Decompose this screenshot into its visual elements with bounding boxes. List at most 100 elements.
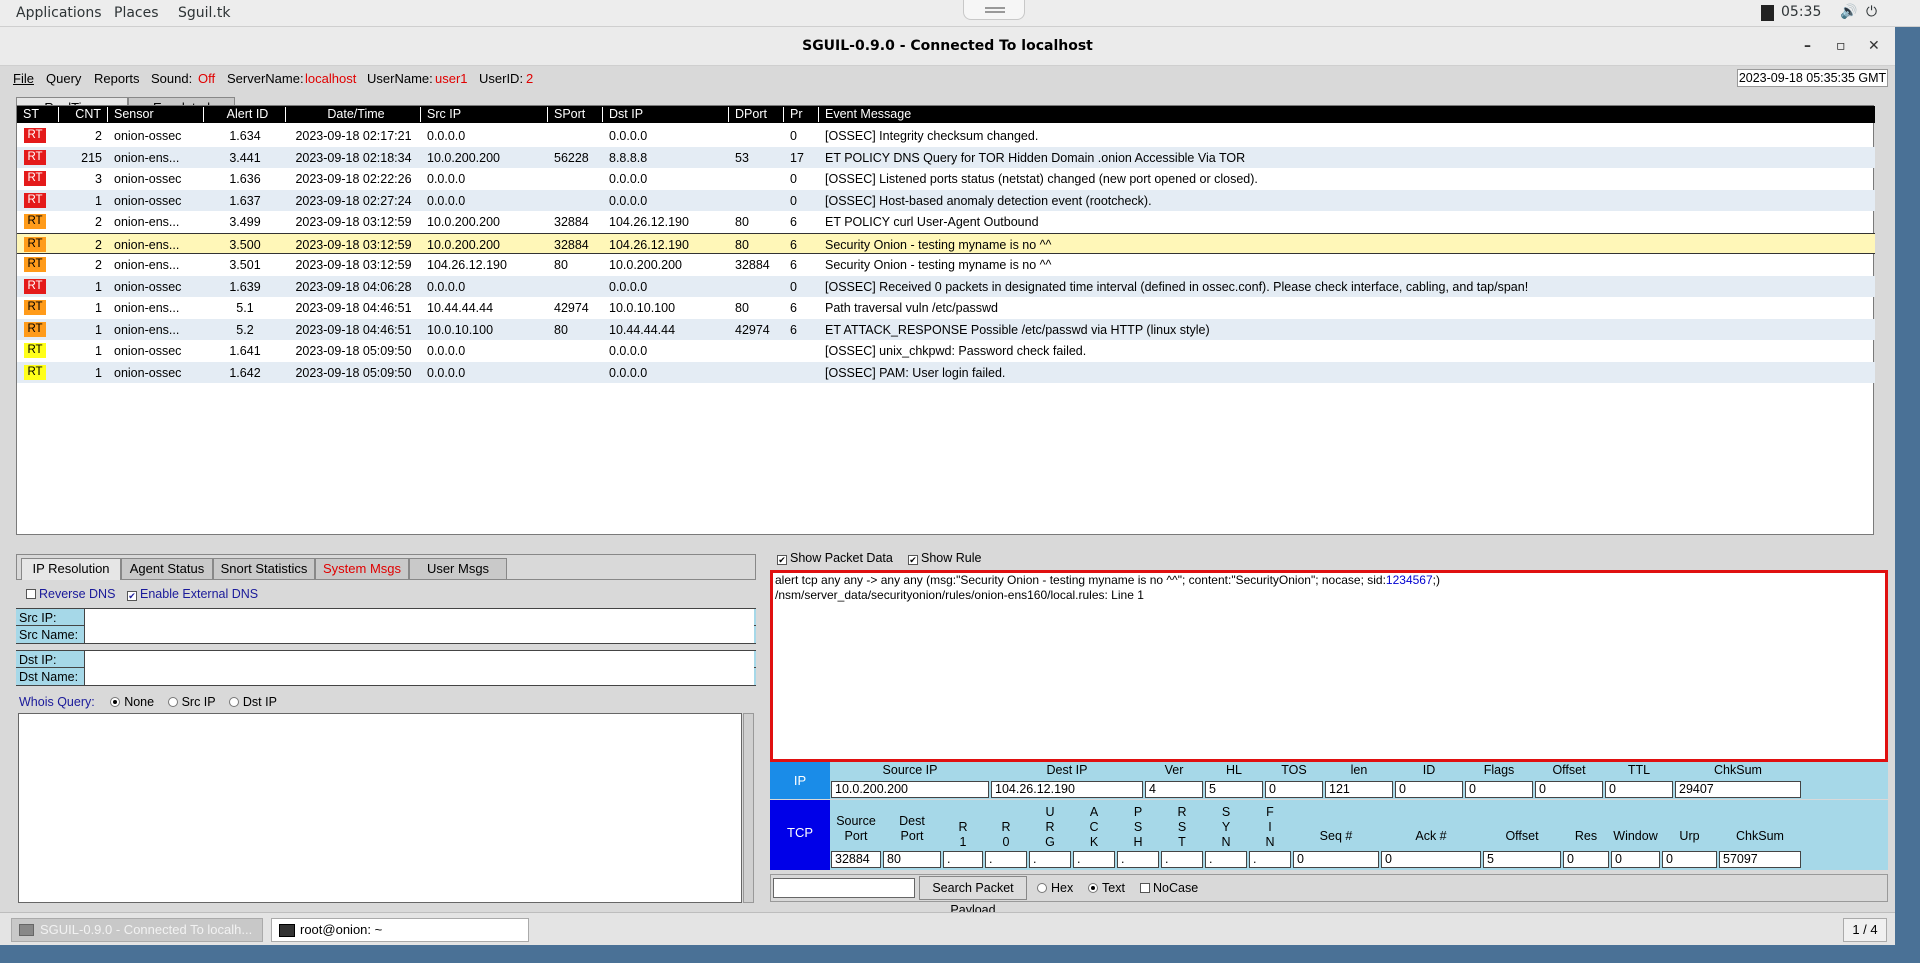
event-row[interactable]: RT 2 onion-ens... 3.501 2023-09-18 03:12:59 1… xyxy=(17,254,1875,275)
status-badge[interactable]: RT xyxy=(24,128,46,143)
col-st[interactable]: ST xyxy=(17,107,59,122)
window-titlebar[interactable]: SGUIL-0.9.0 - Connected To localhost – ▫… xyxy=(0,27,1895,66)
tcp-value[interactable]: 0 xyxy=(1611,851,1660,868)
whois-src-radio[interactable]: Src IP xyxy=(167,695,215,709)
status-badge[interactable]: RT xyxy=(24,236,46,252)
event-row[interactable]: RT 1 onion-ens... 5.2 2023-09-18 04:46:51 10.… xyxy=(17,318,1875,340)
reports-menu[interactable]: Reports xyxy=(94,71,140,86)
search-payload-button[interactable]: Search Packet Payload xyxy=(919,876,1027,917)
status-badge[interactable]: RT xyxy=(24,300,46,315)
tcp-value[interactable]: . xyxy=(1161,851,1203,868)
app-menu[interactable]: Sguil.tk xyxy=(178,5,230,21)
volume-icon[interactable]: 🔊 xyxy=(1840,4,1857,20)
event-row[interactable]: RT 1 onion-ossec 1.642 2023-09-18 05:09:50 0.… xyxy=(17,361,1875,383)
task-sguil[interactable]: SGUIL-0.9.0 - Connected To localh... xyxy=(11,918,263,942)
whois-output[interactable] xyxy=(18,713,742,903)
reverse-dns-checkbox[interactable]: Reverse DNS xyxy=(26,587,115,601)
tcp-value[interactable]: . xyxy=(943,851,983,868)
col-datetime[interactable]: Date/Time xyxy=(286,107,421,122)
search-input[interactable] xyxy=(773,878,915,898)
ip-value[interactable]: 5 xyxy=(1205,781,1263,798)
event-row[interactable]: RT 1 onion-ossec 1.639 2023-09-18 04:06:28 0.… xyxy=(17,275,1875,297)
col-sensor[interactable]: Sensor xyxy=(108,107,204,122)
show-rule-checkbox[interactable]: ✔ Show Rule xyxy=(908,551,981,565)
status-badge[interactable]: RT xyxy=(24,149,46,165)
tcp-value[interactable]: . xyxy=(1249,851,1291,868)
dst-name-field[interactable] xyxy=(84,668,754,685)
tab-snort-statistics[interactable]: Snort Statistics xyxy=(213,558,315,580)
tcp-value[interactable]: 0 xyxy=(1563,851,1609,868)
event-row[interactable]: RT 215 onion-ens... 3.441 2023-09-18 02:18:3… xyxy=(17,146,1875,168)
applications-menu[interactable]: Applications xyxy=(16,5,102,21)
tcp-value[interactable]: 57097 xyxy=(1719,851,1801,868)
ip-value[interactable]: 29407 xyxy=(1675,781,1801,798)
clock[interactable]: 05:35 xyxy=(1781,4,1821,20)
status-badge[interactable]: RT xyxy=(24,171,46,186)
text-radio[interactable]: Text xyxy=(1088,881,1125,895)
query-menu[interactable]: Query xyxy=(46,71,81,86)
ip-value[interactable]: 0 xyxy=(1605,781,1673,798)
event-row[interactable]: RT 2 onion-ens... 3.499 2023-09-18 03:12:59 1… xyxy=(17,211,1875,232)
ip-value[interactable]: 0 xyxy=(1535,781,1603,798)
ip-value[interactable]: 0 xyxy=(1395,781,1463,798)
events-scrollbar[interactable] xyxy=(1875,106,1885,536)
col-dst-ip[interactable]: Dst IP xyxy=(603,107,729,122)
dst-ip-field[interactable] xyxy=(84,651,754,668)
tab-ip-resolution[interactable]: IP Resolution xyxy=(21,558,121,580)
status-badge[interactable]: RT xyxy=(24,343,46,358)
task-terminal[interactable]: root@onion: ~ xyxy=(271,918,529,942)
whois-dst-radio[interactable]: Dst IP xyxy=(228,695,277,709)
col-src-ip[interactable]: Src IP xyxy=(421,107,548,122)
tcp-value[interactable]: . xyxy=(1205,851,1247,868)
tcp-value[interactable]: . xyxy=(1029,851,1071,868)
col-event-message[interactable]: Event Message xyxy=(819,107,1875,122)
tcp-value[interactable]: 0 xyxy=(1293,851,1379,868)
hex-radio[interactable]: Hex xyxy=(1037,881,1073,895)
power-icon[interactable]: ⏻ xyxy=(1866,4,1877,20)
status-badge[interactable]: RT xyxy=(24,257,46,272)
col-pr[interactable]: Pr xyxy=(784,107,819,122)
places-menu[interactable]: Places xyxy=(114,5,159,21)
status-badge[interactable]: RT xyxy=(24,192,46,208)
rule-display[interactable]: alert tcp any any -> any any (msg:"Secur… xyxy=(770,570,1888,762)
tcp-value[interactable]: . xyxy=(985,851,1027,868)
ip-value[interactable]: 0 xyxy=(1265,781,1323,798)
panel-handle[interactable] xyxy=(963,0,1025,20)
col-dport[interactable]: DPort xyxy=(729,107,784,122)
event-row[interactable]: RT 1 onion-ossec 1.641 2023-09-18 05:09:50 0.… xyxy=(17,340,1875,361)
status-badge[interactable]: RT xyxy=(24,321,46,337)
whois-scrollbar[interactable] xyxy=(743,713,754,903)
tcp-value[interactable]: . xyxy=(1117,851,1159,868)
col-sport[interactable]: SPort xyxy=(548,107,603,122)
ip-value[interactable]: 104.26.12.190 xyxy=(991,781,1143,798)
tab-system-msgs[interactable]: System Msgs xyxy=(315,558,409,580)
event-row[interactable]: RT 1 onion-ossec 1.637 2023-09-18 02:27:24 0.… xyxy=(17,189,1875,211)
show-packet-data-checkbox[interactable]: ✔ Show Packet Data xyxy=(777,551,893,565)
minimize-icon[interactable]: – xyxy=(1804,37,1811,55)
maximize-icon[interactable]: ▫ xyxy=(1836,37,1846,55)
close-icon[interactable]: ✕ xyxy=(1868,37,1880,55)
external-dns-checkbox[interactable]: ✔ Enable External DNS xyxy=(127,587,258,601)
col-cnt[interactable]: CNT xyxy=(59,107,108,122)
tcp-value[interactable]: 0 xyxy=(1381,851,1481,868)
tab-agent-status[interactable]: Agent Status xyxy=(121,558,213,580)
tcp-value[interactable]: 32884 xyxy=(831,851,881,868)
src-name-field[interactable] xyxy=(84,626,754,643)
nocase-checkbox[interactable]: NoCase xyxy=(1140,881,1198,895)
status-badge[interactable]: RT xyxy=(24,214,46,229)
tcp-value[interactable]: . xyxy=(1073,851,1115,868)
ip-value[interactable]: 0 xyxy=(1465,781,1533,798)
sound-value[interactable]: Off xyxy=(198,71,215,86)
file-menu[interactable]: File xyxy=(13,71,34,86)
tcp-value[interactable]: 5 xyxy=(1483,851,1561,868)
whois-none-radio[interactable]: None xyxy=(110,695,154,709)
ip-value[interactable]: 121 xyxy=(1325,781,1393,798)
ip-value[interactable]: 10.0.200.200 xyxy=(831,781,989,798)
event-row[interactable]: RT 2 onion-ossec 1.634 2023-09-18 02:17:21 0.… xyxy=(17,125,1875,146)
ip-value[interactable]: 4 xyxy=(1145,781,1203,798)
tcp-value[interactable]: 80 xyxy=(883,851,941,868)
event-row[interactable]: RT 3 onion-ossec 1.636 2023-09-18 02:22:26 0.… xyxy=(17,168,1875,189)
status-badge[interactable]: RT xyxy=(24,364,46,380)
tcp-value[interactable]: 0 xyxy=(1662,851,1717,868)
event-row[interactable]: RT 1 onion-ens... 5.1 2023-09-18 04:46:51 10.… xyxy=(17,297,1875,318)
